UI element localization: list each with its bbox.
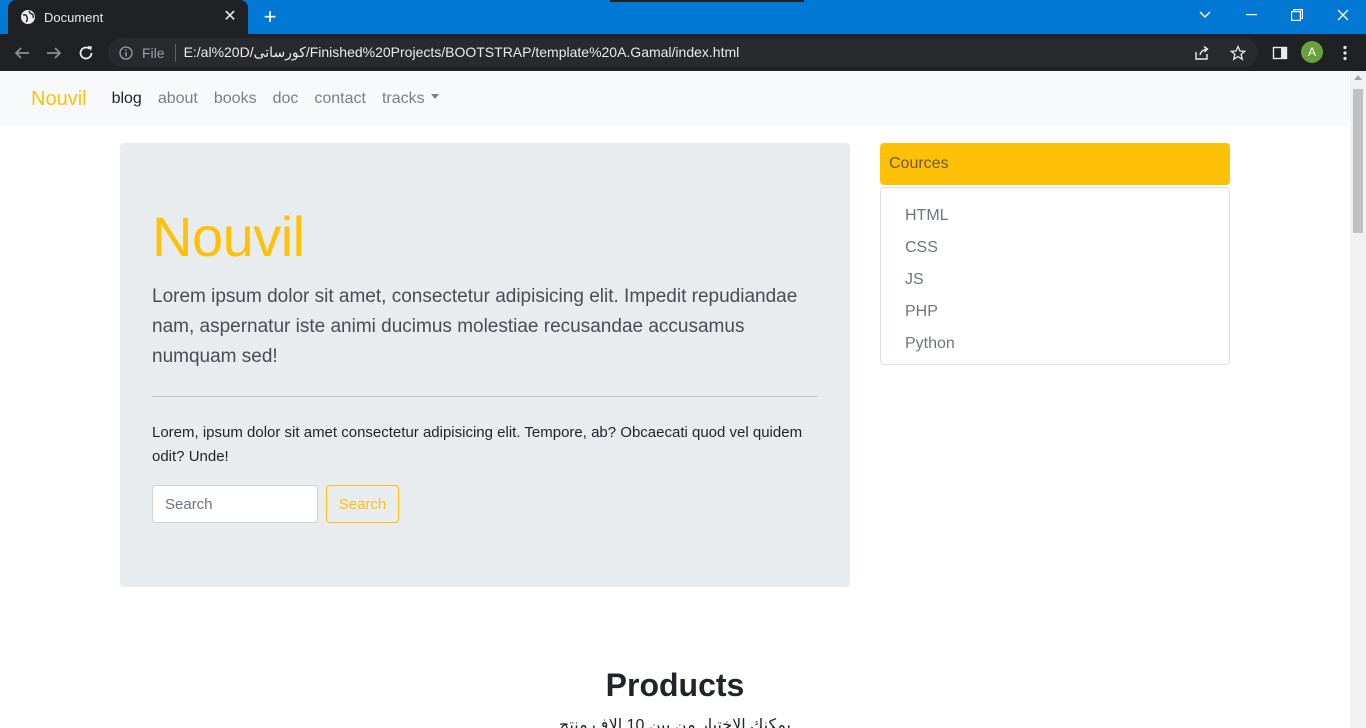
browser-tab-active[interactable]: Document ✕: [8, 0, 248, 34]
course-item-css[interactable]: CSS: [905, 232, 1229, 264]
restore-icon[interactable]: [1274, 0, 1320, 30]
page-scrollbar[interactable]: [1350, 71, 1366, 728]
courses-header: Cources: [880, 143, 1230, 185]
hero-body-text: Lorem, ipsum dolor sit amet consectetur …: [152, 424, 803, 465]
course-item-html[interactable]: HTML: [905, 200, 1229, 232]
hero-title: Nouvil: [152, 205, 305, 268]
tab-strip-indicator: [610, 0, 804, 2]
side-panel-icon[interactable]: [1267, 40, 1293, 66]
hero-lead-text: Lorem ipsum dolor sit amet, consectetur …: [152, 286, 798, 367]
hero-jumbotron: Nouvil Lorem ipsum dolor sit amet, conse…: [120, 143, 850, 587]
hero-divider: [152, 396, 818, 397]
address-bar[interactable]: File E:/al%20D/كورساتى/Finished%20Projec…: [108, 38, 1258, 67]
products-heading: Products: [605, 667, 745, 703]
minimize-icon[interactable]: [1228, 0, 1274, 30]
forward-arrow-icon[interactable]: [41, 40, 67, 66]
profile-avatar[interactable]: A: [1301, 41, 1323, 63]
nav-link-blog[interactable]: blog: [112, 90, 142, 108]
back-arrow-icon[interactable]: [9, 40, 35, 66]
tab-title: Document: [44, 9, 104, 25]
tab-search-icon[interactable]: [1182, 0, 1228, 30]
omnibox-actions: [1192, 38, 1258, 67]
navbar-brand[interactable]: Nouvil: [31, 88, 87, 111]
course-item-python[interactable]: Python: [905, 328, 1229, 360]
browser-tab-bar: Document ✕ +: [0, 0, 1366, 34]
globe-icon: [20, 9, 36, 25]
omnibox-divider: [174, 43, 176, 62]
search-form: Search: [152, 485, 818, 523]
course-item-js[interactable]: JS: [905, 264, 1229, 296]
site-navbar: Nouvil blog about books doc contact trac…: [0, 71, 1350, 127]
info-icon[interactable]: [118, 45, 134, 61]
nav-link-books[interactable]: books: [214, 90, 257, 108]
nav-link-about[interactable]: about: [158, 90, 198, 108]
nav-link-contact[interactable]: contact: [314, 90, 366, 108]
bookmark-star-icon[interactable]: [1228, 43, 1248, 63]
nav-link-doc[interactable]: doc: [273, 90, 299, 108]
products-subtitle: يمكنك الاختيار من بين 10 الاف منتج: [559, 717, 791, 728]
close-tab-icon[interactable]: ✕: [222, 9, 238, 25]
omnibox-scheme-label: File: [142, 44, 165, 61]
share-icon[interactable]: [1192, 43, 1212, 63]
nav-dropdown-label: tracks: [381, 90, 425, 107]
search-input[interactable]: [152, 485, 318, 523]
courses-list: HTML CSS JS PHP Python: [880, 187, 1230, 365]
course-item-php[interactable]: PHP: [905, 296, 1229, 328]
page-viewport: Nouvil blog about books doc contact trac…: [0, 71, 1350, 728]
reload-icon[interactable]: [73, 40, 99, 66]
more-menu-icon[interactable]: [1332, 40, 1358, 66]
scroll-up-arrow-icon[interactable]: [1354, 75, 1362, 80]
nav-dropdown-tracks[interactable]: tracks: [382, 90, 439, 108]
search-button[interactable]: Search: [326, 485, 399, 523]
new-tab-button[interactable]: +: [258, 5, 282, 29]
scrollbar-thumb[interactable]: [1353, 89, 1363, 233]
browser-toolbar: File E:/al%20D/كورساتى/Finished%20Projec…: [0, 34, 1366, 71]
close-window-icon[interactable]: [1320, 0, 1366, 30]
url-text[interactable]: E:/al%20D/كورساتى/Finished%20Projects/BO…: [184, 44, 740, 61]
caret-down-icon: [430, 94, 439, 100]
